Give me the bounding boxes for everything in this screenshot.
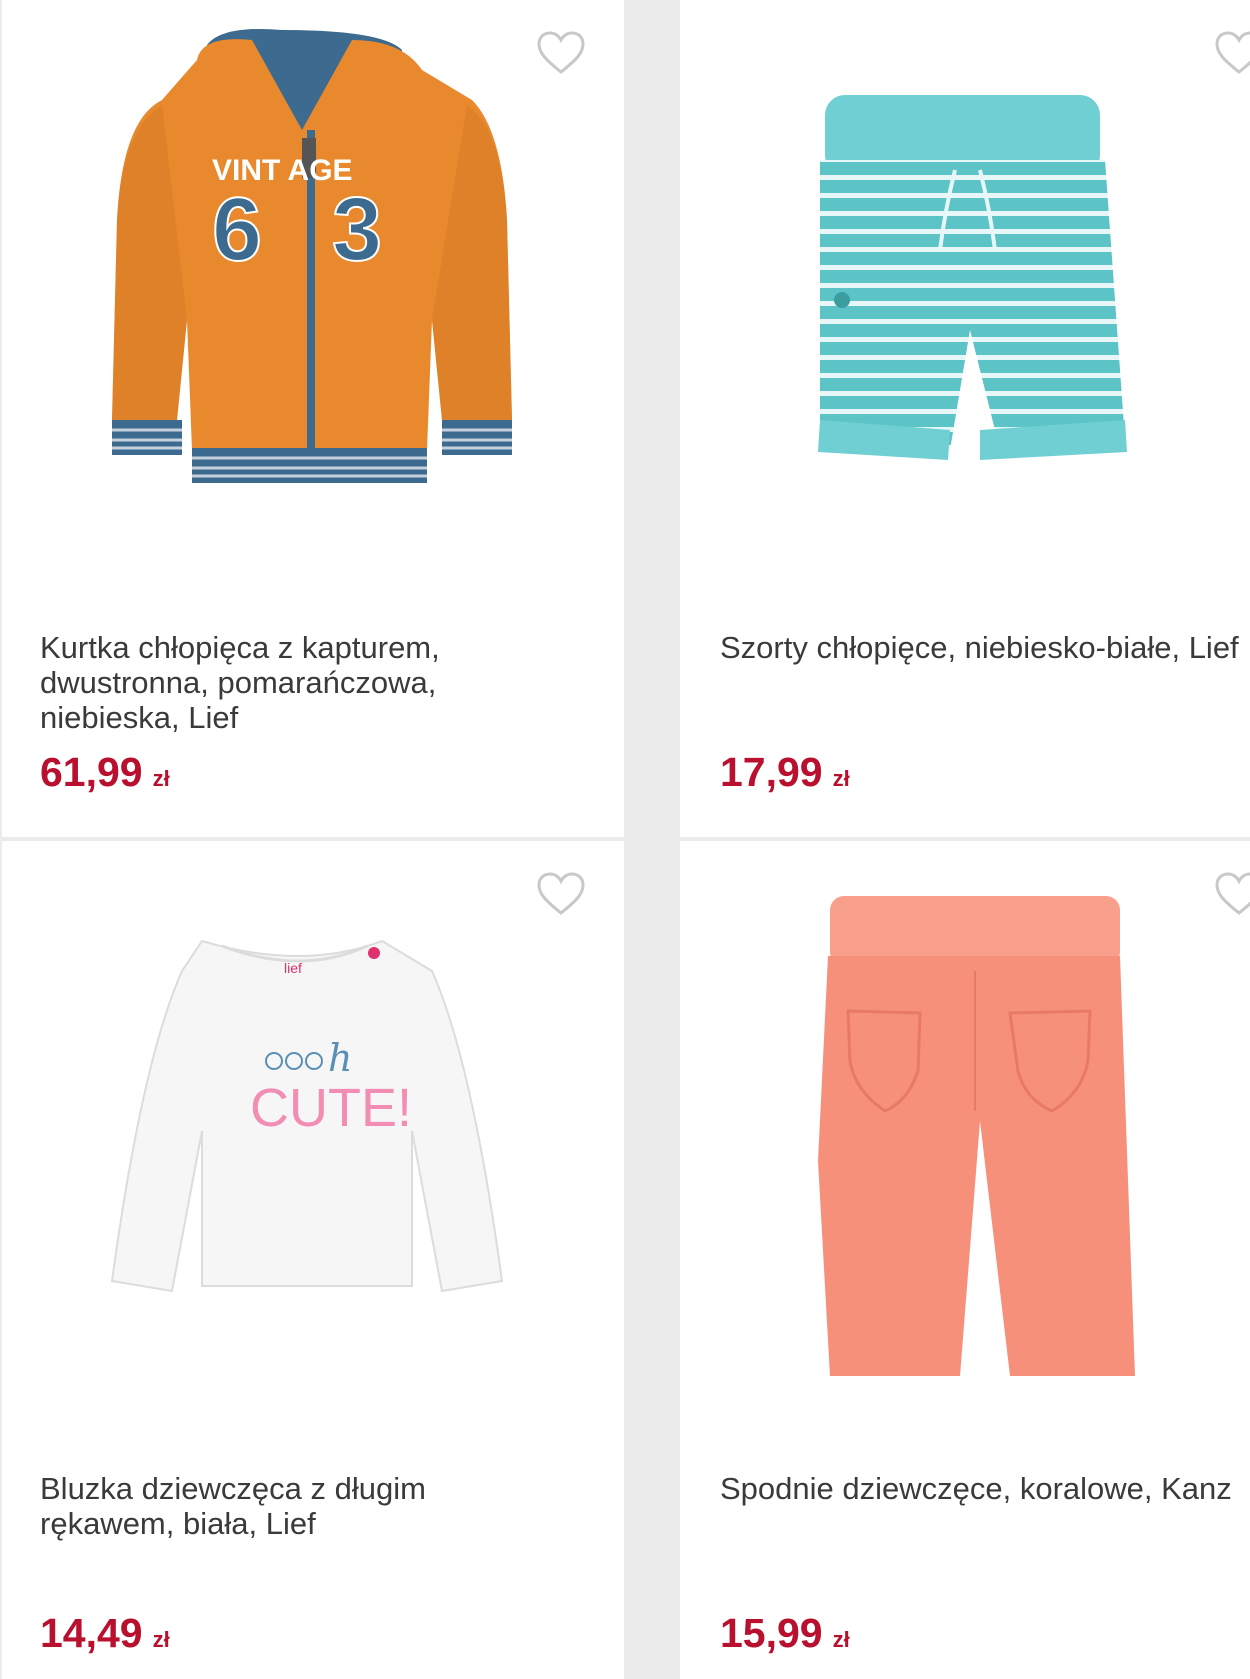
product-title[interactable]: Kurtka chłopięca z kapturem, dwustronna,… xyxy=(40,630,560,735)
product-card[interactable]: Szorty chłopięce, niebiesko-białe, Lief … xyxy=(680,0,1250,837)
product-title[interactable]: Szorty chłopięce, niebiesko-białe, Lief xyxy=(720,630,1240,665)
product-card[interactable]: Spodnie dziewczęce, koralowe, Kanz 15,99… xyxy=(680,841,1250,1679)
price-currency: zł xyxy=(832,766,850,791)
product-price: 61,99 zł xyxy=(40,748,170,803)
product-price: 17,99 zł xyxy=(720,748,850,803)
svg-text:lief: lief xyxy=(284,960,302,976)
product-title[interactable]: Spodnie dziewczęce, koralowe, Kanz xyxy=(720,1471,1240,1506)
product-price: 15,99 zł xyxy=(720,1609,850,1664)
hooded-jacket-image[interactable]: VINT AGE 6 3 xyxy=(2,20,624,500)
price-value: 14,49 xyxy=(40,1610,143,1656)
price-currency: zł xyxy=(152,1627,170,1652)
coral-trousers-image[interactable] xyxy=(680,861,1250,1376)
long-sleeve-top-image[interactable]: lief h CUTE! xyxy=(2,861,624,1341)
product-price: 14,49 zł xyxy=(40,1609,170,1664)
price-currency: zł xyxy=(832,1627,850,1652)
price-currency: zł xyxy=(152,766,170,791)
price-value: 17,99 xyxy=(720,749,823,795)
product-title[interactable]: Bluzka dziewczęca z długim rękawem, biał… xyxy=(40,1471,560,1541)
striped-shorts-image[interactable] xyxy=(680,20,1250,500)
svg-text:6: 6 xyxy=(212,180,262,280)
svg-text:3: 3 xyxy=(332,180,382,280)
product-card[interactable]: lief h CUTE! Bluzka dziewczęca z długim … xyxy=(2,841,624,1679)
svg-text:CUTE!: CUTE! xyxy=(250,1078,412,1138)
price-value: 61,99 xyxy=(40,749,143,795)
svg-text:h: h xyxy=(328,1036,352,1080)
price-value: 15,99 xyxy=(720,1610,823,1656)
product-card[interactable]: VINT AGE 6 3 Kurtka chłopięca z kapturem… xyxy=(2,0,624,837)
